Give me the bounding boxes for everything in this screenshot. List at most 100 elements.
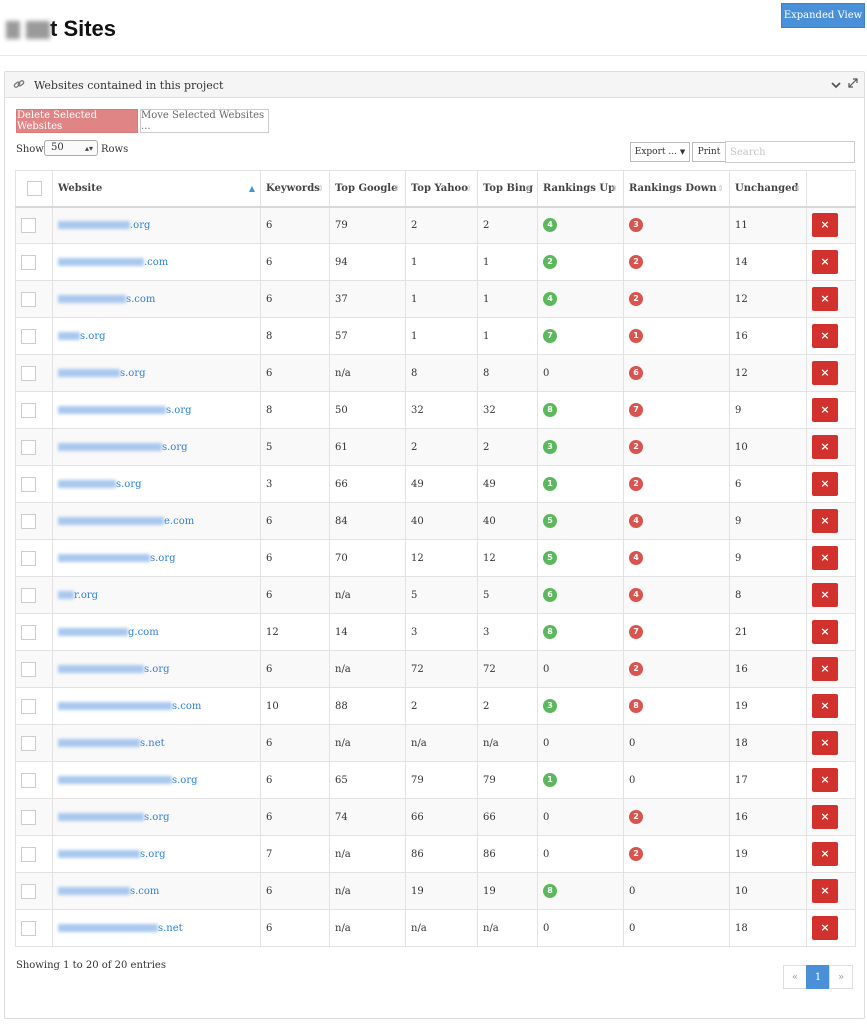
col-unchanged[interactable]: Unchanged ⇕ [729, 170, 807, 208]
delete-row-button[interactable]: × [812, 694, 838, 718]
row-checkbox[interactable] [21, 772, 36, 788]
delete-row-button[interactable]: × [812, 805, 838, 829]
expanded-view-button[interactable]: Expanded View [781, 3, 865, 28]
row-checkbox[interactable] [21, 513, 36, 529]
delete-row-button[interactable]: × [812, 361, 838, 385]
expand-icon[interactable] [848, 78, 858, 88]
delete-row-button[interactable]: × [812, 879, 838, 903]
row-checkbox[interactable] [21, 920, 36, 936]
row-checkbox[interactable] [21, 328, 36, 344]
row-checkbox[interactable] [21, 365, 36, 381]
delete-row-button[interactable]: × [812, 287, 838, 311]
delete-row-button[interactable]: × [812, 916, 838, 940]
row-actions-cell: × [806, 502, 856, 540]
website-suffix: .org [130, 219, 151, 231]
row-checkbox[interactable] [21, 291, 36, 307]
delete-row-button[interactable]: × [812, 472, 838, 496]
row-checkbox[interactable] [21, 587, 36, 603]
move-selected-button[interactable]: Move Selected Websites ... [140, 109, 269, 133]
website-link[interactable]: s.org [58, 664, 170, 675]
col-unchanged-label: Unchanged [735, 182, 799, 194]
row-checkbox[interactable] [21, 439, 36, 455]
website-link[interactable]: r.org [58, 590, 98, 601]
yahoo-cell: 72 [405, 650, 478, 688]
col-rankings-down[interactable]: Rankings Down ⇕ [623, 170, 730, 208]
website-link[interactable]: s.org [58, 479, 142, 490]
chevron-down-icon[interactable] [831, 80, 841, 90]
delete-row-button[interactable]: × [812, 213, 838, 238]
row-checkbox[interactable] [21, 624, 36, 640]
website-link[interactable]: s.org [58, 849, 166, 860]
redacted-title-part [26, 21, 50, 39]
website-link[interactable]: s.com [58, 294, 155, 305]
row-checkbox[interactable] [21, 402, 36, 418]
website-link[interactable]: s.org [58, 812, 170, 823]
website-link[interactable]: g.com [58, 627, 159, 638]
delete-row-button[interactable]: × [812, 657, 838, 681]
website-link[interactable]: s.org [58, 405, 192, 416]
close-icon: × [820, 440, 830, 453]
row-checkbox[interactable] [21, 883, 36, 899]
delete-row-button[interactable]: × [812, 768, 838, 792]
delete-row-button[interactable]: × [812, 435, 838, 459]
export-button[interactable]: Export ... ▼ [630, 142, 690, 162]
delete-row-button[interactable]: × [812, 583, 838, 607]
row-checkbox[interactable] [21, 550, 36, 566]
search-input[interactable] [725, 141, 855, 163]
row-checkbox[interactable] [21, 661, 36, 677]
delete-row-button[interactable]: × [812, 509, 838, 533]
row-checkbox[interactable] [21, 735, 36, 751]
row-checkbox[interactable] [21, 698, 36, 714]
delete-row-button[interactable]: × [812, 842, 838, 866]
row-checkbox[interactable] [21, 217, 36, 233]
website-link[interactable]: e.com [58, 516, 194, 527]
website-link[interactable]: .com [58, 257, 168, 268]
website-link[interactable]: s.org [58, 368, 146, 379]
website-link[interactable]: s.com [58, 701, 201, 712]
website-link[interactable]: s.org [58, 331, 106, 342]
rankings-up-value: 0 [543, 848, 550, 860]
delete-row-button[interactable]: × [812, 398, 838, 422]
rows-per-page-select[interactable]: 50 ▴▾ [44, 140, 98, 156]
col-rankings-up[interactable]: Rankings Up ⇕ [537, 170, 624, 208]
row-checkbox[interactable] [21, 809, 36, 825]
website-link[interactable]: s.net [58, 738, 165, 749]
delete-row-button[interactable]: × [812, 731, 838, 755]
unchanged-cell: 8 [729, 576, 807, 614]
website-link[interactable]: s.org [58, 442, 188, 453]
website-link[interactable]: s.org [58, 553, 176, 564]
row-checkbox[interactable] [21, 254, 36, 270]
row-actions-cell: × [806, 835, 856, 873]
col-website[interactable]: Website ▲ [52, 170, 261, 208]
row-select-cell [15, 650, 53, 688]
google-cell: 50 [329, 391, 406, 429]
print-button[interactable]: Print [692, 142, 726, 162]
col-top-yahoo[interactable]: Top Yahoo ⇕ [405, 170, 478, 208]
website-link[interactable]: .org [58, 220, 150, 231]
col-top-google[interactable]: Top Google ⇕ [329, 170, 406, 208]
yahoo-cell: 3 [405, 613, 478, 651]
col-keywords[interactable]: Keywords ⇕ [260, 170, 330, 208]
table-row: s.org 7 n/a 86 86 0 2 19 × [15, 835, 856, 873]
select-all-checkbox[interactable] [26, 180, 42, 196]
delete-row-button[interactable]: × [812, 324, 838, 348]
row-checkbox[interactable] [21, 476, 36, 492]
website-link[interactable]: s.net [58, 923, 183, 934]
row-checkbox[interactable] [21, 846, 36, 862]
delete-selected-button[interactable]: Delete Selected Websites [16, 109, 138, 133]
delete-row-button[interactable]: × [812, 546, 838, 570]
bing-cell: 5 [477, 576, 538, 614]
website-cell: s.org [52, 798, 261, 836]
page-1-button[interactable]: 1 [806, 965, 830, 989]
delete-row-button[interactable]: × [812, 250, 838, 274]
website-suffix: r.org [74, 589, 99, 601]
next-page-button[interactable]: » [829, 965, 853, 989]
bing-cell: 49 [477, 465, 538, 503]
website-link[interactable]: s.org [58, 775, 198, 786]
delete-row-button[interactable]: × [812, 620, 838, 644]
website-link[interactable]: s.com [58, 886, 159, 897]
rankings-up-cell: 2 [537, 243, 624, 281]
prev-page-button[interactable]: « [783, 965, 807, 989]
col-top-bing[interactable]: Top Bing ⇕ [477, 170, 538, 208]
website-suffix: s.org [144, 811, 170, 823]
